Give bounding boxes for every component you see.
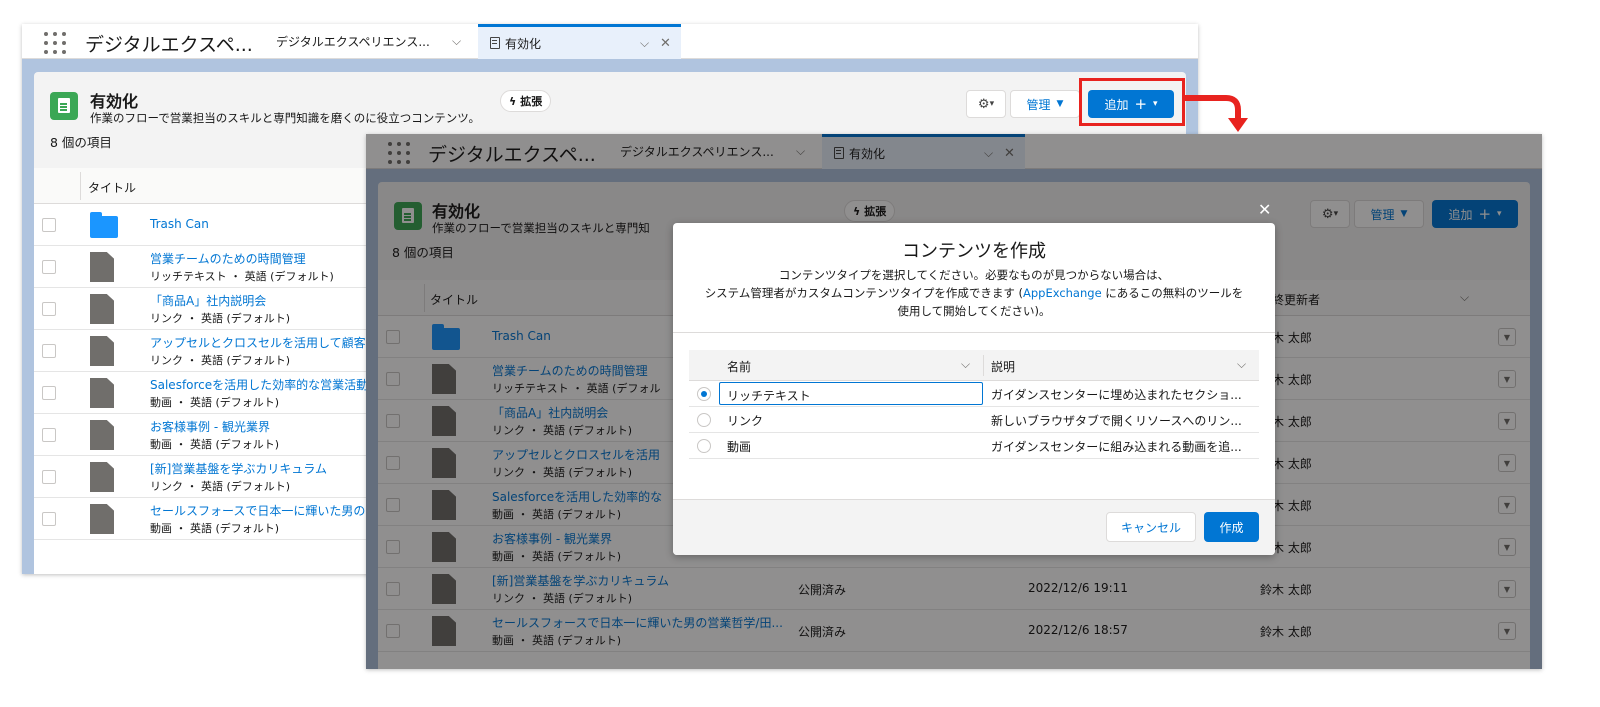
tab-digital-experience[interactable]: デジタルエクスペリエンス... ⌵ [262,24,477,59]
page-title: 有効化 [90,92,139,111]
column-name[interactable]: 名前 [727,358,751,375]
modal-text-post: にあるこの無料のツールを [1101,286,1244,300]
row-checkbox[interactable] [42,470,56,484]
row-title[interactable]: セールスフォースで日本一に輝いた男の営 [150,502,377,519]
modal-text-line-1: コンテンツタイプを選択してください。必要なものが見つからない場合は、 [778,268,1170,282]
app-launcher-icon[interactable] [44,32,66,54]
gear-icon: ⚙ [977,96,990,112]
arrow-icon [1185,95,1248,132]
option-description: 新しいブラウザタブで開くリソースへのリン... [991,414,1242,428]
row-title[interactable]: Trash Can [150,217,209,231]
modal-text-pre: システム管理者がカスタムコンテンツタイプを作成できます ( [704,286,1023,300]
content-type-option[interactable]: リッチテキスト ガイダンスセンターに埋め込まれたセクショ... [689,381,1259,407]
row-checkbox[interactable] [42,260,56,274]
file-icon [90,462,114,492]
row-checkbox[interactable] [42,218,56,232]
row-meta: リンク ・ 英語 (デフォルト) [150,312,291,325]
page-icon [50,92,78,120]
lightning-icon: ϟ [509,94,517,108]
chevron-down-icon[interactable]: ⌵ [1237,357,1246,372]
document-icon [490,37,500,49]
option-description: ガイダンスセンターに埋め込まれたセクショ... [991,388,1242,402]
modal-text-line-3: 使用して開始してください)。 [897,304,1051,318]
tab-label: デジタルエクスペリエンス... [276,35,430,49]
appexchange-link[interactable]: AppExchange [1023,286,1102,300]
row-checkbox[interactable] [42,512,56,526]
modal-title: コンテンツを作成 [902,241,1046,262]
expand-label: 拡張 [520,95,543,108]
modal-text-line-2: システム管理者がカスタムコンテンツタイプを作成できます (AppExchange… [673,285,1275,301]
option-description: ガイダンスセンターに組み込まれる動画を追... [991,440,1242,454]
create-button[interactable]: 作成 [1204,512,1259,542]
manage-button[interactable]: 管理 ▼ [1010,90,1080,118]
row-checkbox[interactable] [42,428,56,442]
item-count: 8 個の項目 [50,135,112,150]
row-title[interactable]: お客様事例 - 観光業界 [150,418,270,435]
modal-header: コンテンツを作成 コンテンツタイプを選択してください。必要なものが見つからない場… [673,223,1275,333]
row-checkbox[interactable] [42,386,56,400]
column-title[interactable]: タイトル [88,179,136,196]
page-description: 作業のフローで営業担当のスキルと専門知識を磨くのに役立つコンテンツ。 [90,111,480,125]
caret-down-icon: ▼ [1056,99,1064,109]
row-checkbox[interactable] [42,302,56,316]
file-icon [90,504,114,534]
close-icon[interactable]: ✕ [1258,200,1271,219]
row-title[interactable]: アップセルとクロスセルを活用して顧客 [150,334,366,351]
manage-label: 管理 [1026,97,1051,112]
tab-enablement[interactable]: 有効化 ⌵ ✕ [478,24,681,59]
settings-button[interactable]: ⚙ ▾ [966,90,1006,118]
file-icon [90,420,114,450]
option-radio[interactable] [697,439,711,453]
row-title[interactable]: [新]営業基盤を学ぶカリキュラム [150,460,327,477]
row-meta: 動画 ・ 英語 (デフォルト) [150,438,280,451]
row-meta: リンク ・ 英語 (デフォルト) [150,480,291,493]
modal-footer: キャンセル 作成 [673,499,1275,555]
chevron-down-icon[interactable]: ⌵ [640,36,649,51]
close-tab-icon[interactable]: ✕ [660,36,671,51]
tab-label: 有効化 [505,36,542,51]
row-meta: リッチテキスト ・ 英語 (デフォルト) [150,270,334,283]
file-icon [90,252,114,282]
option-name: リンク [727,414,764,428]
cancel-button[interactable]: キャンセル [1106,512,1196,542]
row-meta: 動画 ・ 英語 (デフォルト) [150,522,280,535]
header-divider [983,355,984,376]
file-icon [90,336,114,366]
row-meta: 動画 ・ 英語 (デフォルト) [150,396,280,409]
app-name: デジタルエクスペ... [85,34,253,56]
row-title[interactable]: 営業チームのための時間管理 [150,250,306,267]
column-description[interactable]: 説明 [991,358,1015,375]
content-type-table-header: 名前 ⌵ 説明 ⌵ [689,350,1259,381]
chevron-down-icon[interactable]: ⌵ [452,34,461,49]
row-title[interactable]: 「商品A」社内説明会 [150,292,266,309]
row-checkbox[interactable] [42,344,56,358]
file-icon [90,378,114,408]
expand-button[interactable]: ϟ 拡張 [500,90,552,112]
add-button-highlight [1079,78,1185,126]
create-content-modal: コンテンツを作成 コンテンツタイプを選択してください。必要なものが見つからない場… [673,223,1275,555]
option-name: リッチテキスト [719,382,983,405]
row-title[interactable]: Salesforceを活用した効率的な営業活動 [150,376,368,393]
option-radio[interactable] [697,387,711,401]
content-type-option[interactable]: 動画 ガイダンスセンターに組み込まれる動画を追... [689,433,1259,459]
header-divider [80,172,81,200]
folder-icon [90,212,118,238]
chevron-down-icon[interactable]: ⌵ [961,357,970,372]
option-name: 動画 [727,440,752,454]
option-radio[interactable] [697,413,711,427]
caret-down-icon: ▾ [989,99,995,109]
content-type-option[interactable]: リンク 新しいブラウザタブで開くリソースへのリン... [689,407,1259,433]
back-nav-bar: デジタルエクスペ... デジタルエクスペリエンス... ⌵ 有効化 ⌵ ✕ [22,24,1198,59]
row-meta: リンク ・ 英語 (デフォルト) [150,354,291,367]
file-icon [90,294,114,324]
